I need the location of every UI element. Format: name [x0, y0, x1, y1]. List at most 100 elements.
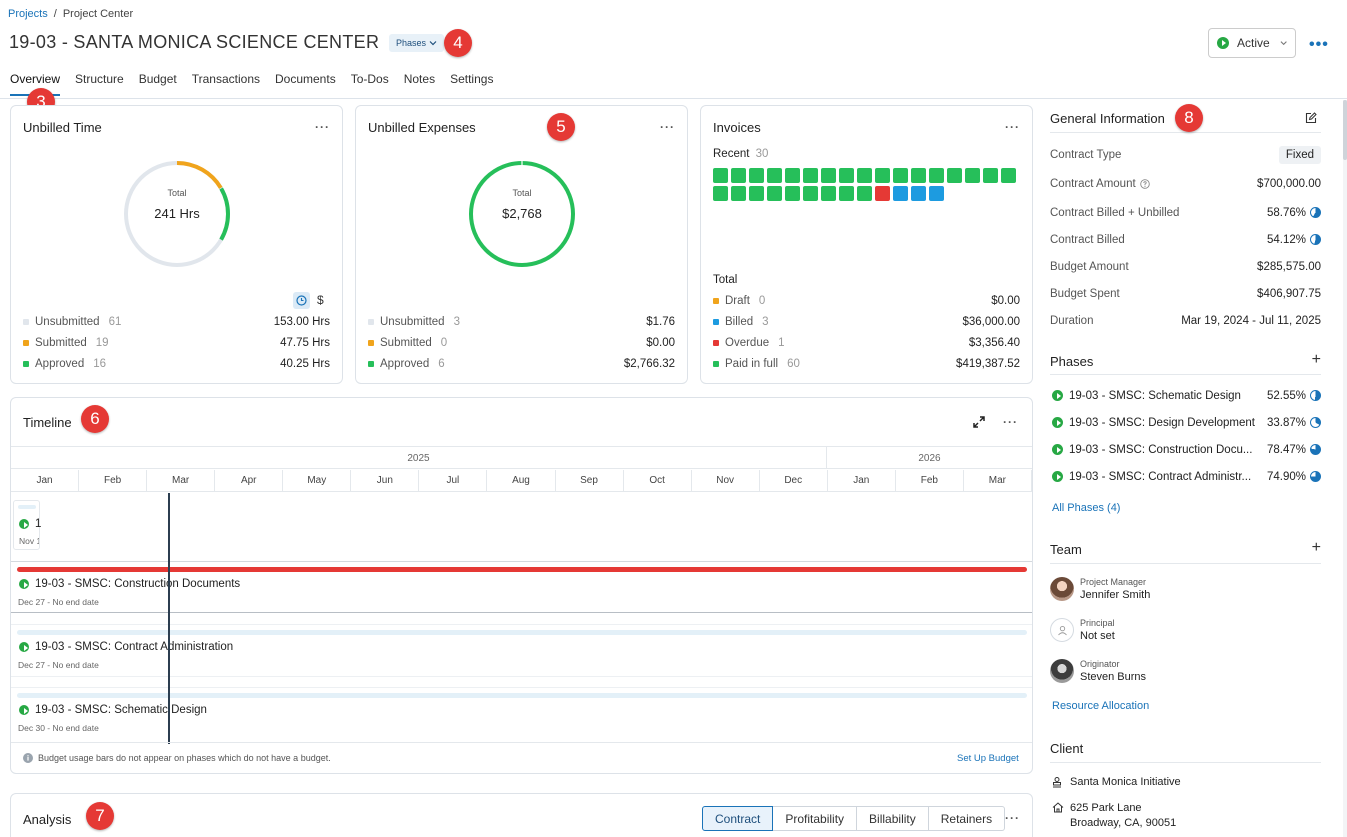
client-name-row[interactable]: Santa Monica Initiative [1052, 776, 1181, 788]
tab-structure[interactable]: Structure [75, 72, 124, 96]
more-options-icon[interactable]: ··· [1005, 120, 1020, 134]
page-title: 19-03 - SANTA MONICA SCIENCE CENTER [9, 32, 380, 52]
progress-pie-icon [1310, 390, 1321, 401]
invoice-square[interactable] [767, 168, 782, 183]
legend-count: 60 [787, 358, 800, 370]
annotation-marker-8: 8 [1175, 104, 1203, 132]
general-info-title: General Information [1050, 111, 1165, 126]
invoice-square[interactable] [857, 168, 872, 183]
add-team-plus-icon[interactable]: + [1312, 540, 1321, 557]
more-options-icon[interactable]: ··· [315, 120, 330, 134]
more-options-icon[interactable]: ··· [1005, 811, 1020, 825]
timeline-month: Jan [11, 470, 80, 491]
invoice-square[interactable] [983, 168, 998, 183]
invoice-square[interactable] [965, 168, 980, 183]
more-options-icon[interactable]: ••• [1309, 36, 1329, 54]
timeline-row-contract-administration[interactable]: 19-03 - SMSC: Contract Administration [19, 641, 233, 653]
analysis-tab-profitability[interactable]: Profitability [773, 806, 858, 831]
invoice-square[interactable] [821, 168, 836, 183]
invoice-square[interactable] [929, 168, 944, 183]
currency-toggle[interactable]: $ [317, 293, 324, 307]
team-member-pm[interactable]: Project Manager Jennifer Smith [1050, 577, 1150, 601]
breadcrumb-projects-link[interactable]: Projects [8, 8, 48, 20]
phases-dropdown[interactable]: Phases [389, 34, 445, 52]
expand-icon[interactable] [972, 415, 986, 429]
invoice-square[interactable] [893, 168, 908, 183]
timeline-month: Dec [760, 470, 828, 491]
scrollbar[interactable] [1343, 100, 1347, 837]
phases-dropdown-label: Phases [396, 38, 427, 48]
gi-label: Contract Amount [1050, 178, 1136, 190]
breadcrumb-separator: / [53, 8, 57, 20]
invoice-square[interactable] [947, 168, 962, 183]
help-circle-icon[interactable] [1139, 179, 1150, 189]
status-dropdown[interactable]: Active [1208, 28, 1296, 58]
phase-item[interactable]: 19-03 - SMSC: Design Development 33.87% [1052, 409, 1321, 436]
invoice-square[interactable] [803, 168, 818, 183]
analysis-tab-billability[interactable]: Billability [857, 806, 929, 831]
phase-item[interactable]: 19-03 - SMSC: Schematic Design 52.55% [1052, 382, 1321, 409]
scrollbar-thumb[interactable] [1343, 100, 1347, 160]
gi-row-duration: Duration Mar 19, 2024 - Jul 11, 2025 [1050, 307, 1321, 334]
invoice-square[interactable] [1001, 168, 1016, 183]
invoice-square[interactable] [839, 186, 854, 201]
tab-documents[interactable]: Documents [275, 72, 336, 96]
all-phases-link[interactable]: All Phases (4) [1052, 502, 1120, 514]
more-options-icon[interactable]: ··· [660, 120, 675, 134]
avatar [1050, 659, 1074, 683]
team-member-principal[interactable]: Principal Not set [1050, 618, 1115, 642]
clock-toggle[interactable] [293, 292, 310, 309]
add-phase-plus-icon[interactable]: + [1312, 352, 1321, 369]
resource-allocation-link[interactable]: Resource Allocation [1052, 700, 1149, 712]
invoice-square[interactable] [767, 186, 782, 201]
invoices-recent: Recent 30 [713, 148, 768, 160]
invoice-square[interactable] [929, 186, 944, 201]
invoice-square[interactable] [893, 186, 908, 201]
phase-item[interactable]: 19-03 - SMSC: Construction Docu... 78.47% [1052, 436, 1321, 463]
timeline-partial-row[interactable]: 1 Nov 1( [13, 500, 41, 550]
invoice-square[interactable] [713, 186, 728, 201]
more-options-icon[interactable]: ··· [1003, 415, 1018, 429]
set-up-budget-link[interactable]: Set Up Budget [957, 753, 1019, 764]
invoice-square[interactable] [785, 168, 800, 183]
invoice-square[interactable] [785, 186, 800, 201]
legend-value: $3,356.40 [968, 337, 1020, 349]
invoice-square[interactable] [839, 168, 854, 183]
invoice-square[interactable] [911, 186, 926, 201]
legend-row-draft: Draft 0 $0.00 [713, 295, 1020, 307]
timeline-row-construction-documents[interactable]: 19-03 - SMSC: Construction Documents [19, 578, 240, 590]
legend-value: 47.75 Hrs [280, 337, 330, 349]
legend-label: Billed [725, 316, 754, 328]
timeline-row-schematic-design[interactable]: 19-03 - SMSC: Schematic Design [19, 704, 207, 716]
team-role: Principal [1080, 618, 1115, 628]
invoice-square[interactable] [731, 186, 746, 201]
invoice-square[interactable] [857, 186, 872, 201]
analysis-tab-contract[interactable]: Contract [702, 806, 774, 831]
tab-budget[interactable]: Budget [139, 72, 177, 96]
phase-item[interactable]: 19-03 - SMSC: Contract Administr... 74.90… [1052, 463, 1321, 490]
tab-transactions[interactable]: Transactions [192, 72, 260, 96]
invoice-square[interactable] [875, 186, 890, 201]
tab-todos[interactable]: To-Dos [351, 72, 389, 96]
invoice-square[interactable] [803, 186, 818, 201]
invoice-square[interactable] [875, 168, 890, 183]
team-member-originator[interactable]: Originator Steven Burns [1050, 659, 1146, 683]
legend-value: $0.00 [991, 295, 1020, 307]
invoice-square[interactable] [911, 168, 926, 183]
invoice-square[interactable] [713, 168, 728, 183]
invoice-square[interactable] [749, 186, 764, 201]
invoice-square[interactable] [731, 168, 746, 183]
phase-pct: 52.55% [1266, 389, 1306, 402]
invoice-square[interactable] [749, 168, 764, 183]
tab-settings[interactable]: Settings [450, 72, 493, 96]
unbilled-expenses-card: Unbilled Expenses ··· Total $2,768 Unsub… [355, 105, 688, 384]
edit-icon[interactable] [1305, 112, 1317, 124]
timeline-month: Nov [692, 470, 760, 491]
analysis-tab-retainers[interactable]: Retainers [928, 806, 1006, 831]
unbilled-expenses-legend: Unsubmitted 3 $1.76 Submitted 0 $0.00 Appr… [368, 316, 675, 379]
phase-pct: 78.47% [1266, 443, 1306, 456]
right-panel: General Information Contract Type Fixed … [1040, 100, 1340, 837]
invoice-square[interactable] [821, 186, 836, 201]
timeline-footer-note: Budget usage bars do not appear on phase… [23, 753, 331, 763]
tab-notes[interactable]: Notes [404, 72, 435, 96]
